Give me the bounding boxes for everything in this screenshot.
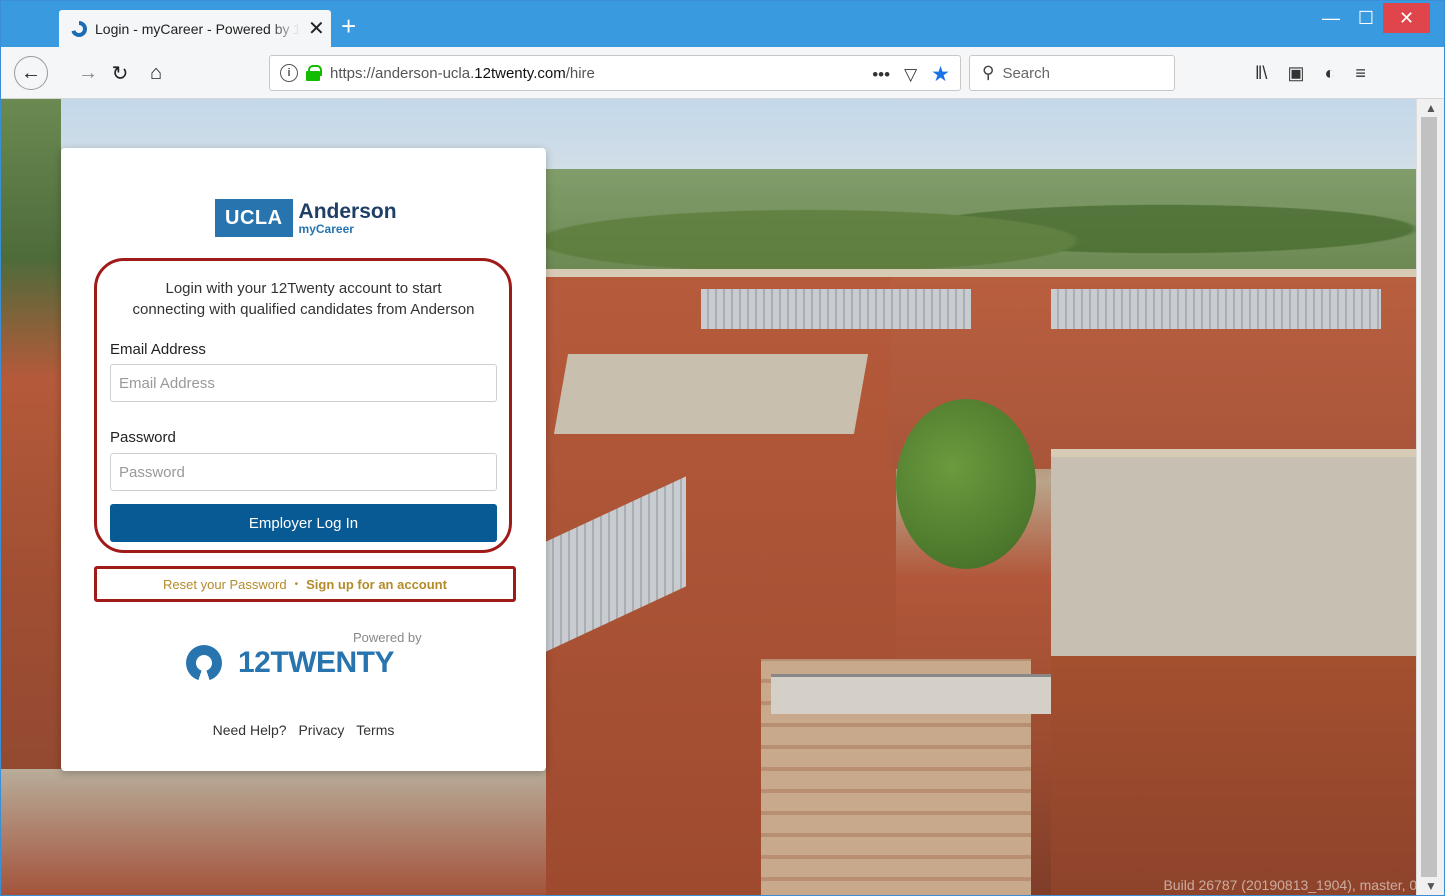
maximize-button[interactable]: ☐ [1349, 1, 1383, 35]
scroll-down-icon[interactable]: ▼ [1425, 879, 1437, 893]
site-info-icon[interactable]: i [280, 64, 298, 82]
background-roof [1051, 289, 1381, 329]
email-label: Email Address [110, 341, 206, 358]
menu-icon[interactable]: ≡ [1355, 63, 1366, 84]
twelve-twenty-logo: 12TWENTY [186, 645, 395, 681]
forward-button[interactable]: → [75, 57, 101, 89]
reset-password-link[interactable]: Reset your Password [163, 577, 287, 592]
employer-login-button[interactable]: Employer Log In [110, 504, 497, 542]
scroll-up-icon[interactable]: ▲ [1425, 101, 1437, 115]
background-roof [701, 289, 971, 329]
reload-button[interactable]: ↻ [105, 57, 135, 89]
logo-mycareer: myCareer [298, 222, 354, 236]
library-icon[interactable]: ‖\ [1255, 63, 1267, 84]
tab-close-icon[interactable]: ✕ [308, 19, 325, 39]
browser-window: Login - myCareer - Powered by 12Twenty ✕… [0, 0, 1445, 896]
privacy-link[interactable]: Privacy [298, 722, 344, 738]
need-help-link[interactable]: Need Help? [213, 722, 287, 738]
build-info: Build 26787 (20190813_1904), master, 04 [1163, 877, 1425, 893]
twelve-twenty-wordmark: 12TWENTY [238, 646, 395, 679]
password-input[interactable] [110, 453, 497, 491]
lock-icon [306, 65, 322, 81]
background-tree [896, 399, 1036, 569]
background-roof [553, 354, 869, 434]
intro-line-1: Login with your 12Twenty account to star… [165, 280, 442, 297]
pocket-icon[interactable]: ▽ [904, 65, 917, 85]
background-building [1051, 449, 1431, 895]
tab-favicon-icon [71, 20, 87, 37]
minimize-button[interactable]: — [1313, 1, 1349, 35]
new-tab-button[interactable]: + [341, 13, 356, 39]
url-actions: ••• ▽ ★ [872, 62, 950, 87]
background-bridge [771, 674, 1051, 714]
terms-link[interactable]: Terms [356, 722, 394, 738]
intro-line-2: connecting with qualified candidates fro… [132, 301, 475, 318]
link-separator: • [294, 578, 299, 590]
login-card: UCLA Anderson myCareer Login with your 1… [61, 148, 546, 771]
tab-title: Login - myCareer - Powered by 12Twenty [95, 20, 300, 37]
url-bar[interactable]: i https://anderson-ucla.12twenty.com/hir… [269, 55, 961, 91]
ucla-anderson-logo: UCLA Anderson myCareer [215, 199, 397, 237]
login-intro: Login with your 12Twenty account to star… [61, 278, 546, 320]
signup-link[interactable]: Sign up for an account [306, 577, 447, 592]
navigation-bar: ← → ↻ ⌂ i https://anderson-ucla.12twenty… [1, 47, 1444, 99]
url-text: https://anderson-ucla.12twenty.com/hire [330, 64, 595, 82]
toolbar-icons: ‖\ ▣ ◐ ≡ [1255, 57, 1366, 89]
logo-ucla: UCLA [215, 199, 293, 237]
password-label: Password [110, 429, 176, 446]
bookmark-star-icon[interactable]: ★ [931, 62, 950, 87]
search-icon: ⚲ [982, 63, 995, 82]
background-terrace [1, 769, 546, 895]
account-links: Reset your Password • Sign up for an acc… [94, 566, 516, 602]
page-actions-icon[interactable]: ••• [872, 65, 890, 85]
browser-tab[interactable]: Login - myCareer - Powered by 12Twenty ✕ [59, 10, 331, 47]
powered-by-text: Powered by [353, 630, 422, 645]
search-bar[interactable]: ⚲ Search [969, 55, 1175, 91]
email-input[interactable] [110, 364, 497, 402]
search-placeholder: Search [1002, 64, 1050, 82]
twelve-twenty-logo-icon [186, 645, 222, 681]
account-icon[interactable]: ◐ [1324, 63, 1335, 84]
logo-anderson: Anderson [298, 200, 397, 223]
back-button[interactable]: ← [14, 56, 48, 90]
home-button[interactable]: ⌂ [141, 57, 171, 89]
close-window-button[interactable]: ✕ [1383, 3, 1430, 33]
logo-text: Anderson myCareer [299, 201, 397, 235]
scroll-thumb[interactable] [1421, 117, 1437, 877]
sidebar-icon[interactable]: ▣ [1287, 63, 1304, 84]
title-bar: Login - myCareer - Powered by 12Twenty ✕… [1, 1, 1444, 47]
scrollbar[interactable]: ▲ ▼ [1416, 99, 1444, 895]
footer-links: Need Help? Privacy Terms [61, 722, 546, 738]
